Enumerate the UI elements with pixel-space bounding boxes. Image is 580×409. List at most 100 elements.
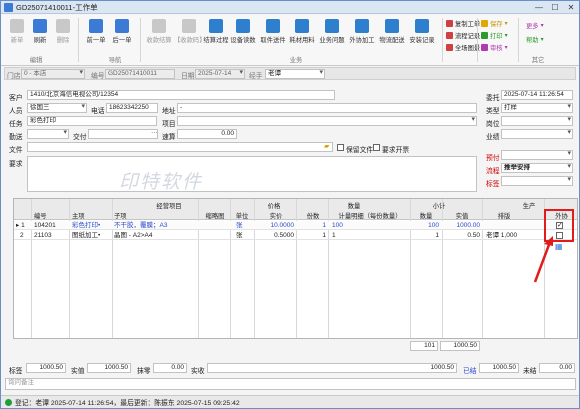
delivery-select[interactable] [27,129,69,139]
qr-collect-button[interactable]: 【收款码】 [174,19,205,44]
col-divider [296,199,297,338]
prepay-select[interactable] [501,150,573,160]
nav-group-label: 导航 [108,57,122,64]
cell-unit[interactable]: 张 [236,231,243,240]
col-value[interactable]: 实值 [444,211,480,220]
col-price[interactable]: 实价 [256,211,296,220]
col-qty[interactable]: 数量 [412,211,440,220]
cell-value[interactable]: 1000.00 [444,221,481,230]
received-field[interactable]: 1000.50 [207,363,457,373]
col-divider [442,199,443,338]
col-divider [198,199,199,338]
close-icon[interactable]: ✕ [563,3,579,12]
cell-copies[interactable]: 1 [298,231,326,240]
cell-price[interactable]: 10.0000 [258,221,295,230]
cell-main[interactable]: 彩色打印• [72,221,112,230]
cell-code[interactable]: 21103 [34,231,52,240]
require-invoice-checkbox[interactable] [373,144,380,151]
col-copies[interactable]: 份数 [298,211,328,220]
flow-select[interactable]: 推举安排 [501,163,573,173]
next-order-button[interactable]: 后一单 [109,19,135,44]
cell-main[interactable]: 图纸加工• [72,231,112,240]
customer-field[interactable]: 1410/北京海信电视公司/12354 [27,90,335,100]
col-main[interactable]: 主项 [72,211,112,220]
prepay-label: 预付 [486,155,500,162]
delivery-label: 勤送 [9,134,23,141]
divider [442,18,443,62]
note-input[interactable]: 询问备注 [5,378,576,390]
cell-qty[interactable]: 1 [412,231,439,240]
cell-code[interactable]: 104201 [34,221,56,230]
logistics-button[interactable]: 物流配送 [378,19,406,44]
cell-price[interactable]: 0.5000 [258,231,294,240]
cell-detail[interactable]: 100 [332,221,343,230]
audit-button[interactable]: 审核 ▾ [481,43,508,52]
prev-order-button[interactable]: 前一单 [83,19,109,44]
save-button[interactable]: 保存 ▾ [481,19,508,28]
copy-order-button[interactable]: 复制工单 [446,19,480,28]
material-icon [295,19,309,33]
keep-file-checkbox[interactable] [337,144,344,151]
collect-settle-button[interactable]: 收款结算 [144,19,174,44]
discount-field[interactable]: 0.00 [153,363,187,373]
col-sub[interactable]: 子项 [114,211,154,220]
ellipsis-icon[interactable]: ··· [151,129,158,136]
print-button[interactable]: 打印 ▾ [481,31,508,40]
cell-sub[interactable]: 不干胶，覆膜；A3 [114,221,198,230]
maximize-icon[interactable]: ☐ [547,3,563,12]
col-layout[interactable]: 排版 [484,211,524,220]
help-button[interactable]: 帮助 ▾ [526,35,544,44]
person-select[interactable]: 徐国三 [27,103,87,113]
arrow-right-icon [115,19,129,33]
table-row[interactable]: ▸ 1 104201 彩色打印• 不干胶，覆膜；A3 张 10.0000 1 1… [14,221,577,230]
entrust-field[interactable]: 2025-07-14 11:26:54 [501,90,573,100]
tag-select[interactable] [501,176,573,186]
folder-icon[interactable]: ▰ [324,142,329,150]
col-code[interactable]: 编号 [34,211,64,220]
full-view-button[interactable]: 全场图景 [446,43,480,52]
install-record-button[interactable]: 安装记录 [408,19,436,44]
task-field[interactable]: 彩色打印 [27,116,157,126]
handler-select[interactable]: 老谭 [265,69,325,79]
no-label: 编号 [91,73,105,80]
workflow-issue-button[interactable]: 业务问题 [318,19,346,44]
take-send-button[interactable]: 取件送件 [259,19,287,44]
cell-layout[interactable]: 老谭 1,000 [486,231,517,240]
grid-icon[interactable]: ▦ [555,242,563,251]
cell-unit[interactable]: 张 [236,221,243,230]
outsource-button[interactable]: 外协加工 [348,19,376,44]
cell-sub[interactable]: 晶图 - A2>A4 [114,231,198,240]
file-field[interactable] [27,142,333,152]
cell-detail[interactable]: 1 [332,231,336,240]
fee-field[interactable]: 0.00 [177,129,237,139]
col-unit[interactable]: 单位 [230,211,254,220]
address-field[interactable]: - [177,103,477,113]
dropdown-arrow-icon: ▾ [504,21,508,27]
phone-field[interactable]: 18623342250 [106,103,158,113]
group-header-qty: 数量 [347,203,361,210]
store-select[interactable]: 0 - 本店 [21,69,85,79]
requirement-textarea[interactable] [27,156,477,192]
date-field[interactable]: 2025-07-14 [195,69,245,79]
flow-record-button[interactable]: 流程记录 [446,31,480,40]
project-select[interactable] [177,116,477,126]
minimize-icon[interactable]: — [531,3,547,12]
device-count-button[interactable]: 设备读数 [229,19,257,44]
pay-field[interactable] [88,129,158,139]
cell-qty[interactable]: 100 [412,221,439,230]
performance-select[interactable] [501,129,573,139]
col-detail[interactable]: 计量明细（每份数量） [330,211,410,220]
settle-process-button[interactable]: 结算过程 [202,19,230,44]
type-select[interactable]: 打样 [501,103,573,113]
post-select[interactable] [501,116,573,126]
table-row[interactable]: 2 21103 图纸加工• 晶图 - A2>A4 张 0.5000 1 1 1 … [14,231,577,240]
col-thumbnail[interactable]: 缩略图 [200,211,230,220]
material-button[interactable]: 耗材用料 [288,19,316,44]
delete-button[interactable]: 删除 [50,19,76,44]
cell-copies[interactable]: 1 [298,221,326,230]
divider [518,18,519,62]
cell-value[interactable]: 0.50 [444,231,480,240]
more-button[interactable]: 更多 ▾ [526,21,544,30]
app-icon [4,2,13,12]
performance-label: 业绩 [486,134,500,141]
